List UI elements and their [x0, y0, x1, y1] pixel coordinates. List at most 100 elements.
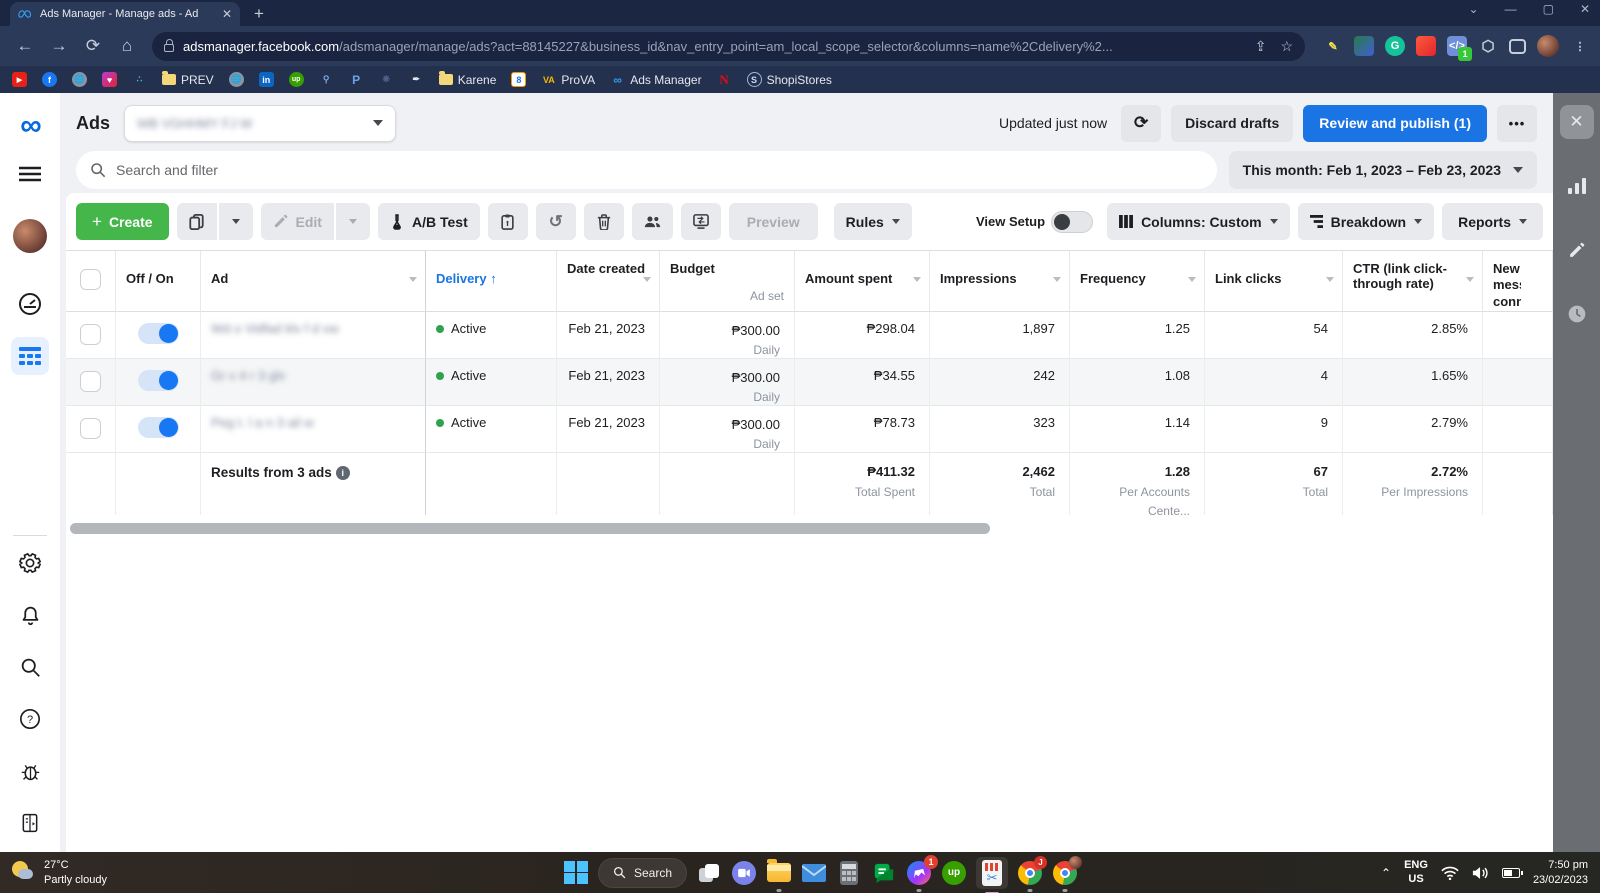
close-panel-icon[interactable]: ✕	[1559, 105, 1594, 139]
reports-button[interactable]: Reports	[1442, 203, 1543, 240]
volume-icon[interactable]	[1472, 866, 1489, 880]
ad-name[interactable]: Gr v 4 r 3 glv	[211, 368, 285, 383]
ad-toggle[interactable]	[137, 417, 179, 438]
duplicate-button[interactable]	[176, 203, 217, 240]
notifications-bell-icon[interactable]	[11, 596, 49, 634]
ad-name[interactable]: Peg t. l a n 3 ail w	[211, 415, 314, 430]
export-import-button[interactable]	[680, 203, 721, 240]
upwork-icon[interactable]: up	[941, 860, 967, 886]
pin-bookmark-icon[interactable]: ⚲	[319, 72, 334, 87]
row-checkbox[interactable]	[80, 371, 101, 392]
linkedin-bookmark-icon[interactable]: in	[258, 72, 274, 87]
table-row[interactable]: Gr v 4 r 3 glv Active Feb 21, 2023 ₱300.…	[66, 359, 1553, 406]
upwork-bookmark-icon[interactable]: up	[288, 72, 304, 87]
view-setup-toggle[interactable]	[1051, 210, 1094, 233]
search-filter-box[interactable]	[76, 151, 1217, 189]
col-ad[interactable]: Ad	[201, 251, 426, 312]
heart-bookmark-icon[interactable]: ♥	[102, 72, 117, 87]
charts-icon[interactable]	[1560, 169, 1594, 203]
scrollbar-thumb[interactable]	[70, 523, 990, 534]
highlighter-extension-icon[interactable]: ✎	[1323, 36, 1343, 56]
rules-button[interactable]: Rules	[833, 203, 912, 240]
account-selector[interactable]: WB VGHHMY FJ W	[124, 104, 397, 142]
messenger-icon[interactable]: 1	[906, 854, 939, 892]
discard-drafts-button[interactable]: Discard drafts	[1171, 104, 1294, 142]
grammarly-extension-icon[interactable]: G	[1385, 36, 1405, 56]
taskbar-clock[interactable]: 7:50 pm 23/02/2023	[1533, 858, 1588, 888]
edit-dropdown-button[interactable]	[335, 203, 370, 240]
browser-tab[interactable]: Ads Manager - Manage ads - Ad ✕	[10, 2, 240, 26]
tab-close-icon[interactable]: ✕	[222, 7, 232, 21]
globe-bookmark-icon[interactable]: 🌐	[72, 72, 87, 87]
profile-avatar[interactable]	[1537, 35, 1559, 57]
chrome-profile2-icon[interactable]	[1052, 855, 1083, 892]
edit-button[interactable]: Edit	[260, 203, 334, 240]
history-clock-icon[interactable]	[1560, 297, 1594, 331]
browser-menu-icon[interactable]: ⋮	[1570, 36, 1590, 56]
window-menu-icon[interactable]: ⌄	[1469, 2, 1479, 16]
chrome-profile1-icon[interactable]: J	[1017, 855, 1048, 892]
delete-button[interactable]	[583, 203, 624, 240]
revert-button[interactable]: ↺	[535, 203, 576, 240]
col-impressions[interactable]: Impressions	[930, 251, 1070, 312]
wifi-icon[interactable]	[1441, 866, 1459, 880]
share-icon[interactable]: ⇪	[1255, 38, 1267, 55]
refresh-button[interactable]: ⟳	[1121, 104, 1162, 142]
calculator-icon[interactable]	[836, 860, 862, 886]
help-icon[interactable]: ?	[11, 700, 49, 738]
red-extension-icon[interactable]	[1416, 36, 1436, 56]
reload-icon[interactable]: ⟳	[78, 36, 108, 56]
back-icon[interactable]: ←	[10, 36, 40, 56]
window-minimize-icon[interactable]: —	[1505, 2, 1517, 16]
dots-bookmark-icon[interactable]: ∴	[132, 72, 147, 87]
bookmark-adsmanager[interactable]: ∞ Ads Manager	[610, 72, 701, 87]
forward-icon[interactable]: →	[44, 36, 74, 56]
mail-icon[interactable]	[801, 860, 827, 886]
globe2-bookmark-icon[interactable]: 🌐	[228, 72, 244, 87]
weather-widget[interactable]: 27°C Partly cloudy	[10, 858, 260, 887]
bookmark-star-icon[interactable]: ☆	[1280, 38, 1293, 55]
bookmark-shopistores[interactable]: S ShopiStores	[746, 72, 832, 87]
col-off-on[interactable]: Off / On	[116, 251, 201, 312]
report-bug-icon[interactable]	[11, 752, 49, 790]
assign-people-button[interactable]	[631, 203, 673, 240]
select-all-checkbox[interactable]	[80, 269, 101, 290]
col-date-created[interactable]: Date created	[557, 251, 660, 312]
taskbar-search[interactable]: Search	[598, 857, 688, 888]
settings-gear-icon[interactable]	[11, 544, 49, 582]
google-chat-icon[interactable]	[871, 860, 897, 886]
date-range-filter[interactable]: This month: Feb 1, 2023 – Feb 23, 2023	[1228, 151, 1537, 189]
paypal-bookmark-icon[interactable]: P	[349, 72, 364, 87]
snipping-tool-icon[interactable]: ✂	[976, 856, 1009, 893]
edit-pencil-icon[interactable]	[1560, 233, 1594, 267]
netflix-bookmark-icon[interactable]: N	[717, 72, 732, 87]
bookmark-prova[interactable]: VA ProVA	[541, 72, 595, 87]
table-row[interactable]: Peg t. l a n 3 ail w Active Feb 21, 2023…	[66, 406, 1553, 453]
ab-test-button[interactable]: A/B Test	[377, 203, 480, 240]
user-avatar[interactable]	[11, 217, 49, 255]
row-checkbox[interactable]	[80, 418, 101, 439]
ad-toggle[interactable]	[137, 370, 179, 391]
preview-button[interactable]: Preview	[728, 203, 818, 240]
col-delivery[interactable]: Delivery ↑	[426, 251, 557, 312]
col-budget[interactable]: Budget Ad set	[660, 251, 795, 312]
search-input[interactable]	[116, 162, 1203, 178]
language-indicator[interactable]: ENG US	[1404, 859, 1428, 887]
more-options-button[interactable]: •••	[1497, 104, 1537, 142]
col-ctr[interactable]: CTR (link click-through rate)	[1343, 251, 1483, 312]
row-checkbox[interactable]	[80, 324, 101, 345]
col-frequency[interactable]: Frequency	[1070, 251, 1205, 312]
file-explorer-icon[interactable]	[766, 859, 792, 892]
col-amount-spent[interactable]: Amount spent	[795, 251, 930, 312]
col-link-clicks[interactable]: Link clicks	[1205, 251, 1343, 312]
pen-bookmark-icon[interactable]: ✒	[409, 72, 424, 87]
home-icon[interactable]: ⌂	[112, 36, 142, 56]
teams-chat-icon[interactable]	[731, 860, 757, 886]
url-bar[interactable]: adsmanager.facebook.com/adsmanager/manag…	[152, 31, 1305, 61]
campaigns-nav-icon[interactable]	[11, 337, 49, 375]
pin-clipboard-button[interactable]	[487, 203, 528, 240]
ad-name[interactable]: Wd o Vidfad klv f d vw	[211, 321, 339, 336]
window-maximize-icon[interactable]: ▢	[1543, 2, 1554, 16]
puzzle-extensions-icon[interactable]: ⬡	[1478, 36, 1498, 56]
task-view-icon[interactable]	[696, 860, 722, 886]
